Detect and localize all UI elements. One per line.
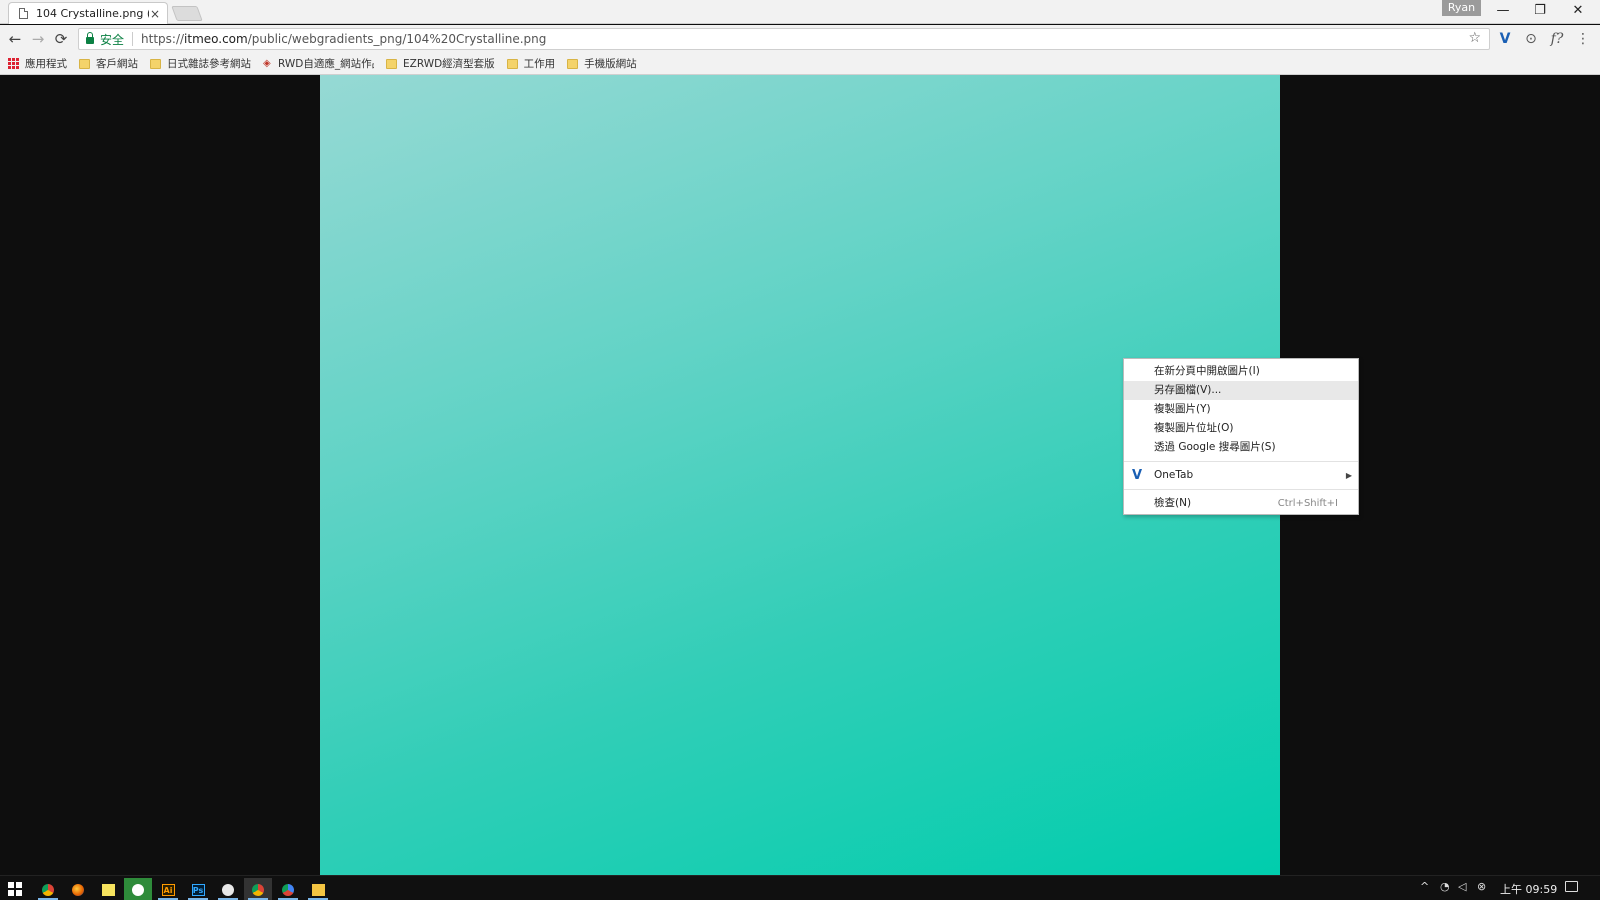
taskbar-sticky-notes-icon[interactable] (94, 878, 122, 900)
onetab-extension-icon[interactable]: V (1494, 29, 1516, 49)
taskbar-illustrator-icon[interactable]: Ai (154, 878, 182, 900)
bookmark-apps[interactable]: 應用程式 (8, 56, 67, 71)
browser-toolbar: ← → ⟳ 安全 https://itmeo.com/public/webgra… (0, 25, 1600, 53)
menu-search-google-image[interactable]: 透過 Google 搜尋圖片(S) (1124, 438, 1358, 457)
taskbar-clock[interactable]: 上午 09:59 (1500, 881, 1557, 897)
bookmark-label: 工作用 (523, 58, 556, 70)
menu-copy-image[interactable]: 複製圖片(Y) (1124, 400, 1358, 419)
minimize-button[interactable]: — (1485, 2, 1521, 20)
taskbar-chrome-icon[interactable] (34, 878, 62, 900)
tray-overflow-icon[interactable]: ^ (1420, 880, 1429, 893)
menu-divider (1124, 489, 1358, 490)
menu-onetab-label: OneTab (1154, 469, 1194, 481)
font-extension-icon[interactable]: f? (1546, 29, 1568, 49)
url-scheme: https:// (141, 32, 185, 46)
folder-icon (386, 58, 397, 69)
document-icon (19, 8, 28, 19)
tray-status-icon[interactable]: ⊗ (1477, 880, 1486, 893)
bookmark-folder[interactable]: 日式雜誌參考網站 (150, 56, 251, 71)
menu-open-image-new-tab[interactable]: 在新分頁中開啟圖片(I) (1124, 362, 1358, 381)
url-host: itmeo.com (184, 32, 248, 46)
bookmark-folder[interactable]: 工作用 (506, 56, 556, 71)
address-bar[interactable]: 安全 https://itmeo.com/public/webgradients… (78, 28, 1490, 50)
profile-badge[interactable]: Ryan (1442, 0, 1481, 16)
bookmark-folder[interactable]: 手機版網站 (567, 56, 637, 71)
folder-icon (79, 58, 90, 69)
url-path: /public/webgradients_png/104%20Crystalli… (247, 32, 547, 46)
bookmark-label: EZRWD經濟型套版 (403, 58, 495, 70)
page-viewport (0, 75, 1600, 875)
address-separator (132, 32, 134, 46)
new-tab-button[interactable] (171, 6, 203, 21)
taskbar-app-icon[interactable] (214, 878, 242, 900)
taskbar-file-explorer-icon[interactable] (304, 878, 332, 900)
menu-divider (1124, 461, 1358, 462)
network-icon[interactable]: ◔ (1440, 880, 1450, 893)
taskbar-photoshop-icon[interactable]: Ps (184, 878, 212, 900)
browser-titlebar: 104 Crystalline.png (24 × Ryan — ❐ ✕ (0, 0, 1600, 24)
bookmark-folder[interactable]: 客戶網站 (79, 56, 138, 71)
tab-close-icon[interactable]: × (149, 7, 161, 21)
action-center-icon[interactable] (1565, 881, 1578, 892)
onetab-icon: V (1132, 468, 1143, 483)
bookmark-rwd[interactable]: ◈ RWD自適應_網站作品 (263, 56, 374, 71)
folder-icon (506, 58, 518, 69)
active-tab[interactable]: 104 Crystalline.png (24 × (8, 2, 168, 24)
taskbar-firefox-icon[interactable] (64, 878, 92, 900)
menu-save-image-as[interactable]: 另存圖檔(V)... (1124, 381, 1358, 400)
menu-copy-image-address[interactable]: 複製圖片位址(O) (1124, 419, 1358, 438)
menu-inspect-shortcut: Ctrl+Shift+I (1277, 498, 1338, 509)
back-button[interactable]: ← (5, 29, 25, 49)
bookmark-label: 手機版網站 (584, 58, 637, 70)
volume-icon[interactable]: ◁ (1458, 880, 1466, 893)
taskbar-chrome-active-icon[interactable] (244, 878, 272, 900)
url-text[interactable]: https://itmeo.com/public/webgradients_pn… (141, 32, 546, 46)
submenu-arrow-icon: ▶ (1345, 471, 1352, 480)
reload-button[interactable]: ⟳ (51, 29, 71, 49)
tab-title: 104 Crystalline.png (24 (36, 7, 149, 20)
bookmark-label: 應用程式 (25, 58, 67, 70)
secure-label[interactable]: 安全 (100, 31, 124, 48)
camera-extension-icon[interactable]: ⊙ (1520, 29, 1542, 49)
taskbar-chrome-profile-icon[interactable] (274, 878, 302, 900)
bookmark-folder[interactable]: EZRWD經濟型套版 (386, 56, 495, 71)
bookmarks-bar: 應用程式 客戶網站 日式雜誌參考網站 ◈ RWD自適應_網站作品 EZRWD經濟… (0, 53, 1600, 75)
bookmark-label: 客戶網站 (96, 58, 138, 70)
rwd-icon: ◈ (263, 58, 271, 69)
apps-icon (8, 58, 19, 69)
menu-inspect-label: 檢查(N) (1154, 497, 1192, 509)
menu-onetab[interactable]: V OneTab ▶ (1124, 466, 1358, 485)
context-menu: 在新分頁中開啟圖片(I) 另存圖檔(V)... 複製圖片(Y) 複製圖片位址(O… (1123, 358, 1359, 515)
close-window-button[interactable]: ✕ (1560, 2, 1596, 20)
menu-icon[interactable]: ⋮ (1572, 29, 1594, 49)
lock-icon (86, 32, 94, 44)
menu-inspect[interactable]: 檢查(N) Ctrl+Shift+I (1124, 494, 1358, 513)
bookmark-label: RWD自適應_網站作品 (278, 58, 374, 70)
windows-taskbar: Ai Ps ^ ◔ ◁ ⊗ 上午 09:59 (0, 875, 1600, 900)
folder-icon (567, 58, 579, 69)
folder-icon (150, 58, 161, 69)
bookmark-star-icon[interactable]: ☆ (1468, 30, 1481, 46)
restore-button[interactable]: ❐ (1522, 2, 1558, 20)
windows-start-icon[interactable] (8, 882, 22, 896)
forward-button[interactable]: → (28, 29, 48, 49)
bookmark-label: 日式雜誌參考網站 (167, 58, 251, 70)
taskbar-line-icon[interactable] (124, 878, 152, 900)
